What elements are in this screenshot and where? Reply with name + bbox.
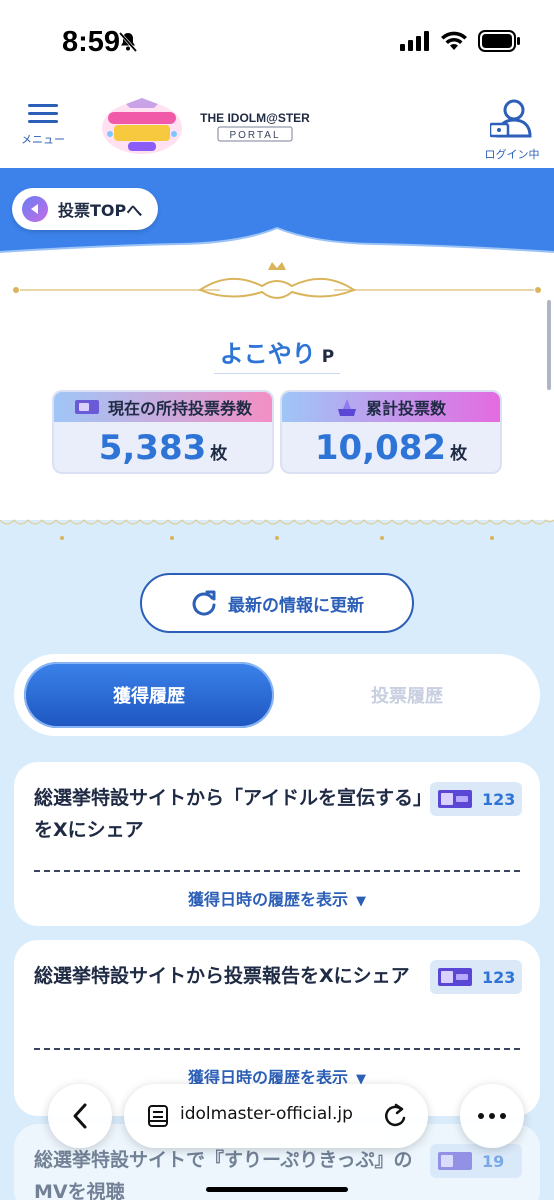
history-tabs: 獲得履歴 投票履歴 [14, 654, 540, 736]
lace-divider [0, 506, 554, 546]
url-text: idolmaster-official.jp [180, 1104, 353, 1124]
address-bar[interactable]: idolmaster-official.jp [124, 1084, 428, 1148]
owned-tickets-unit: 枚 [210, 444, 228, 464]
history-item-title: 総選挙特設サイトから「アイドルを宣伝する」をXにシェア [34, 787, 423, 841]
owned-tickets-header: 現在の所持投票券数 [54, 392, 272, 422]
ticket-count-badge: 123 [430, 782, 522, 816]
ticket-count: 123 [482, 967, 516, 987]
login-label: ログイン中 [484, 148, 540, 161]
tab-vote-history[interactable]: 投票履歴 [284, 662, 530, 728]
refresh-label: 最新の情報に更新 [228, 595, 364, 616]
owned-tickets-card: 現在の所持投票券数 5,383 枚 [52, 390, 274, 474]
gold-ornament [13, 262, 541, 299]
ellipsis-icon [478, 1113, 506, 1119]
reader-mode-icon [148, 1105, 168, 1127]
producer-name: よこやり [219, 340, 316, 368]
refresh-button[interactable]: 最新の情報に更新 [140, 573, 414, 633]
toggle-label: 獲得日時の履歴を表示 [187, 890, 348, 909]
producer-suffix: P [321, 347, 335, 367]
browser-back-button[interactable] [48, 1084, 112, 1148]
browser-more-button[interactable] [460, 1084, 524, 1148]
ticket-count: 123 [482, 789, 516, 809]
owned-tickets-value-row: 5,383 枚 [54, 428, 272, 468]
scrollbar[interactable] [547, 300, 551, 390]
total-votes-value-row: 10,082 枚 [282, 428, 500, 468]
total-votes-unit: 枚 [450, 444, 468, 464]
divider [34, 1048, 520, 1050]
wifi-icon [441, 31, 467, 50]
cellular-signal-icon [400, 31, 429, 51]
svg-text:THE IDOLM@STER: THE IDOLM@STER [200, 111, 310, 125]
status-bar: 8:59 [0, 0, 554, 84]
owned-tickets-label: 現在の所持投票券数 [107, 399, 252, 418]
tab-votes-label: 投票履歴 [371, 686, 443, 707]
username-container: よこやり P [213, 334, 341, 374]
refresh-icon [192, 590, 216, 616]
tab-acquired-history[interactable]: 獲得履歴 [24, 662, 274, 728]
vote-box-icon [337, 399, 356, 416]
total-votes-label: 累計投票数 [365, 399, 446, 418]
bell-slash-icon [118, 32, 138, 52]
triangle-down-icon: ▼ [356, 894, 366, 909]
portal-logo[interactable]: THE IDOLM@STER PORTAL [196, 106, 314, 146]
login-button[interactable]: ログイン中 [482, 98, 542, 164]
total-votes-header: 累計投票数 [282, 392, 500, 422]
menu-button[interactable]: メニュー [18, 104, 68, 164]
menu-label: メニュー [21, 133, 65, 146]
history-item-title: 総選挙特設サイトから投票報告をXにシェア [34, 965, 410, 987]
total-votes-value: 10,082 [314, 428, 447, 468]
hamburger-icon-bar [28, 112, 58, 115]
show-history-toggle[interactable]: 獲得日時の履歴を表示 ▼ [14, 886, 540, 910]
ticket-icon [438, 790, 472, 808]
site-header: メニュー THE IDOLM@STER PORTAL ログイン中 [0, 84, 554, 168]
battery-icon [478, 30, 520, 52]
divider [34, 870, 520, 872]
browser-toolbar: idolmaster-official.jp [0, 1080, 554, 1200]
reload-icon[interactable] [382, 1102, 410, 1130]
hamburger-icon [28, 104, 58, 107]
status-time: 8:59 [62, 26, 121, 58]
home-indicator[interactable] [206, 1187, 348, 1192]
ticket-icon [74, 400, 99, 414]
owned-tickets-value: 5,383 [98, 428, 207, 468]
tab-acquired-label: 獲得履歴 [113, 686, 185, 707]
hamburger-icon-bar [28, 120, 58, 123]
history-item: 総選挙特設サイトから「アイドルを宣伝する」をXにシェア 123 獲得日時の履歴を… [14, 762, 540, 926]
total-votes-card: 累計投票数 10,082 枚 [280, 390, 502, 474]
svg-text:PORTAL: PORTAL [229, 130, 280, 141]
username: よこやり P [0, 334, 554, 374]
ticket-count-badge: 123 [430, 960, 522, 994]
ticket-icon [438, 968, 472, 986]
event-logo[interactable] [100, 98, 184, 156]
user-icon [488, 99, 532, 138]
chevron-left-icon [73, 1103, 87, 1129]
